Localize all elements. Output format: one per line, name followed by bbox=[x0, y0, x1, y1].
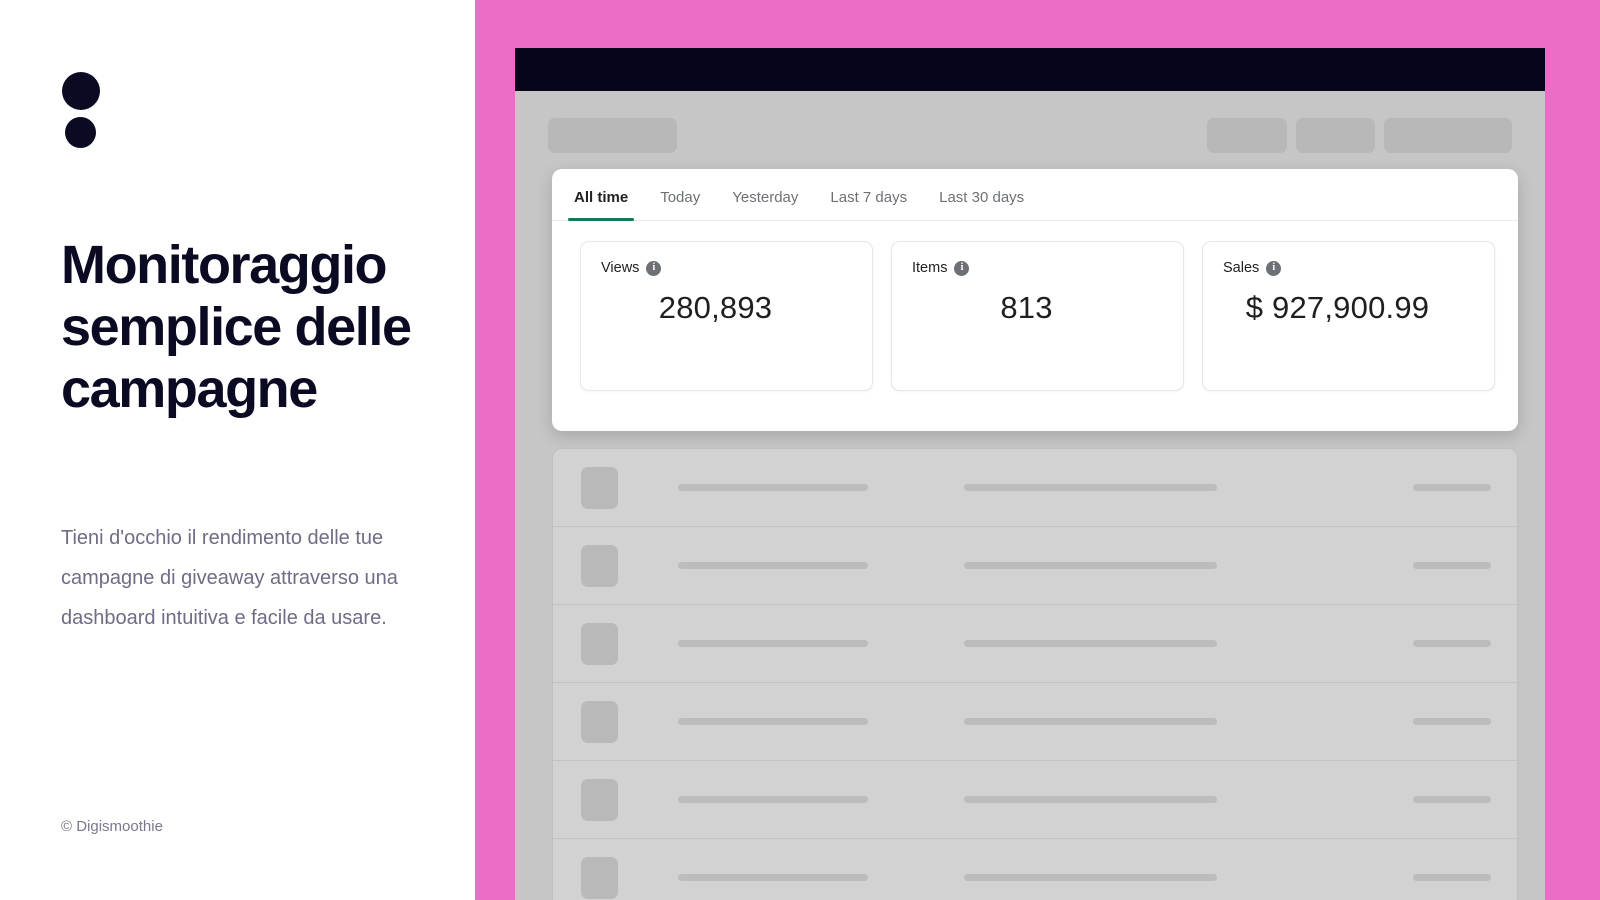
table-row bbox=[553, 683, 1517, 761]
skeleton-list bbox=[552, 448, 1518, 900]
table-row bbox=[553, 605, 1517, 683]
row-bar-trailing bbox=[1413, 562, 1491, 569]
stat-label: Items bbox=[912, 260, 948, 276]
row-bar-secondary bbox=[964, 874, 1217, 881]
page-subcopy: Tieni d'occhio il rendimento delle tue c… bbox=[61, 527, 398, 629]
tab-label: Today bbox=[660, 189, 701, 206]
analytics-card: All time Today Yesterday Last 7 days Las… bbox=[552, 169, 1518, 431]
stat-value: $ 927,900.99 bbox=[1245, 290, 1430, 325]
table-row bbox=[553, 527, 1517, 605]
info-icon[interactable]: i bbox=[1266, 260, 1282, 276]
stat-cards: Views i 280,893 Items i 813 Sales i $ 92… bbox=[552, 221, 1518, 414]
row-bar-trailing bbox=[1413, 718, 1491, 725]
stat-card-views: Views i 280,893 bbox=[580, 241, 873, 391]
action-skeleton-3 bbox=[1384, 118, 1512, 153]
mockup-header bbox=[515, 91, 1545, 169]
row-bar-secondary bbox=[964, 562, 1217, 569]
table-row bbox=[553, 449, 1517, 527]
tab-last-7-days[interactable]: Last 7 days bbox=[814, 189, 923, 220]
row-thumbnail-skeleton bbox=[581, 700, 618, 743]
stat-card-sales: Sales i $ 927,900.99 bbox=[1202, 241, 1495, 391]
stat-label-row: Views i bbox=[601, 260, 852, 276]
tab-yesterday[interactable]: Yesterday bbox=[716, 189, 814, 220]
tab-last-30-days[interactable]: Last 30 days bbox=[923, 189, 1040, 220]
row-thumbnail-skeleton bbox=[581, 778, 618, 821]
row-thumbnail-skeleton bbox=[581, 856, 618, 899]
marketing-slide: Monitoraggio semplice delle campagne Tie… bbox=[0, 0, 1600, 900]
info-icon[interactable]: i bbox=[954, 260, 970, 276]
action-skeleton-1 bbox=[1207, 118, 1287, 153]
logo-dot-small bbox=[65, 117, 96, 148]
row-bar-primary bbox=[678, 640, 868, 647]
tab-today[interactable]: Today bbox=[644, 189, 716, 220]
row-thumbnail-skeleton bbox=[581, 544, 618, 587]
row-thumbnail-skeleton bbox=[581, 622, 618, 665]
title-skeleton bbox=[548, 118, 677, 153]
row-bar-trailing bbox=[1413, 640, 1491, 647]
action-skeleton-2 bbox=[1296, 118, 1375, 153]
row-bar-primary bbox=[678, 796, 868, 803]
left-content-panel: Monitoraggio semplice delle campagne Tie… bbox=[0, 0, 475, 900]
page-title: Monitoraggio semplice delle campagne bbox=[61, 235, 412, 419]
tab-label: Yesterday bbox=[732, 189, 799, 206]
tab-label: Last 30 days bbox=[939, 189, 1025, 206]
table-row bbox=[553, 761, 1517, 839]
mockup-topbar bbox=[515, 48, 1545, 91]
app-mockup: All time Today Yesterday Last 7 days Las… bbox=[515, 48, 1545, 900]
stat-card-items: Items i 813 bbox=[891, 241, 1184, 391]
row-bar-secondary bbox=[964, 640, 1217, 647]
tab-all-time[interactable]: All time bbox=[558, 189, 644, 221]
stat-label-row: Items i bbox=[912, 260, 1163, 276]
two-dots-logo-icon bbox=[62, 72, 108, 148]
row-bar-primary bbox=[678, 562, 868, 569]
date-range-tabs: All time Today Yesterday Last 7 days Las… bbox=[552, 169, 1518, 221]
row-bar-secondary bbox=[964, 796, 1217, 803]
row-bar-primary bbox=[678, 718, 868, 725]
row-bar-primary bbox=[678, 874, 868, 881]
row-bar-trailing bbox=[1413, 796, 1491, 803]
tab-label: All time bbox=[574, 189, 629, 206]
stat-value: 280,893 bbox=[658, 290, 773, 325]
stat-label: Sales bbox=[1223, 260, 1260, 276]
row-bar-trailing bbox=[1413, 484, 1491, 491]
row-thumbnail-skeleton bbox=[581, 466, 618, 509]
row-bar-secondary bbox=[964, 718, 1217, 725]
stat-label: Views bbox=[601, 260, 640, 276]
copyright-note: © Digismoothie bbox=[61, 818, 163, 835]
info-icon[interactable]: i bbox=[646, 260, 662, 276]
header-action-skeletons bbox=[1207, 118, 1512, 153]
table-row bbox=[553, 839, 1517, 900]
row-bar-primary bbox=[678, 484, 868, 491]
stat-value: 813 bbox=[1000, 290, 1053, 325]
row-bar-trailing bbox=[1413, 874, 1491, 881]
row-bar-secondary bbox=[964, 484, 1217, 491]
pink-backdrop: All time Today Yesterday Last 7 days Las… bbox=[475, 0, 1600, 900]
stat-label-row: Sales i bbox=[1223, 260, 1474, 276]
logo-dot-large bbox=[62, 72, 100, 110]
tab-label: Last 7 days bbox=[830, 189, 908, 206]
